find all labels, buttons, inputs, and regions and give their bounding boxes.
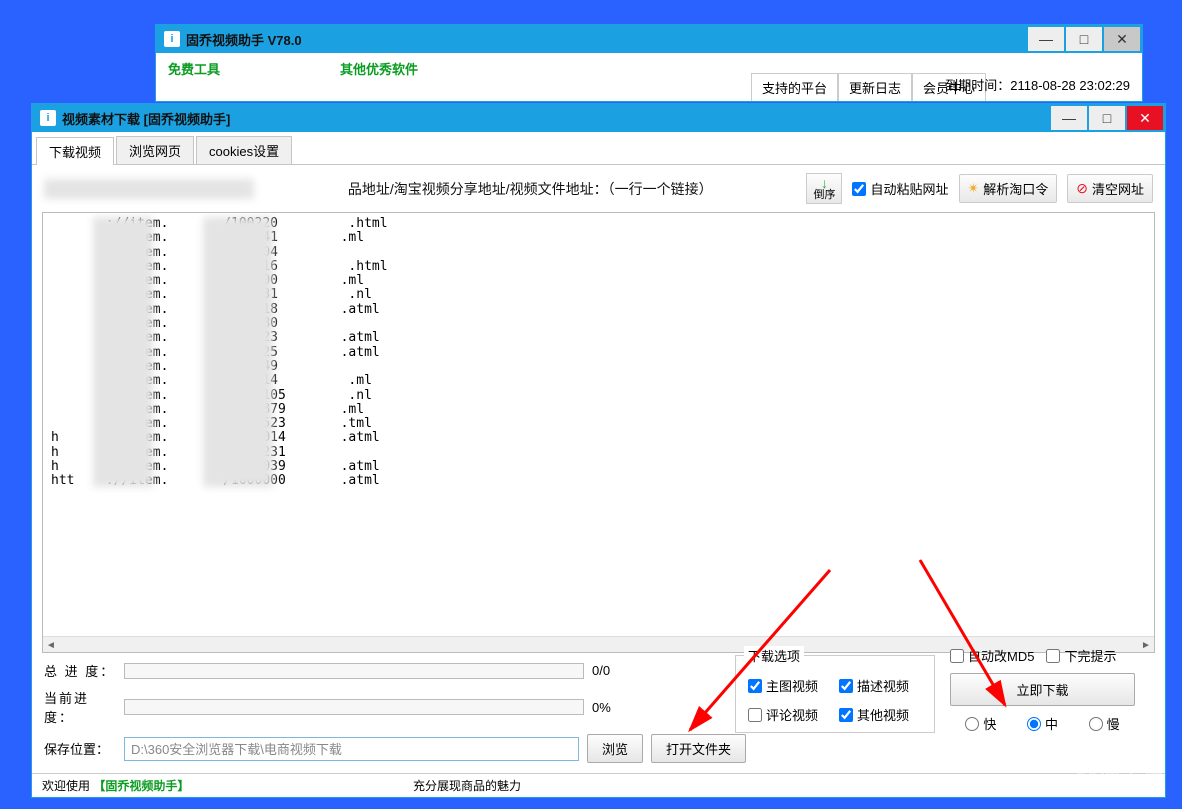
- total-progress-bar: [124, 663, 584, 679]
- maximize-button[interactable]: □: [1089, 106, 1125, 130]
- auto-paste-checkbox[interactable]: 自动粘贴网址: [852, 179, 948, 198]
- desc-video-checkbox[interactable]: 描述视频: [839, 676, 922, 695]
- clear-urls-button[interactable]: ⊘ 清空网址: [1067, 174, 1153, 203]
- blurred-region: [44, 179, 254, 199]
- status-bar: 欢迎使用 【固乔视频助手】 充分展现商品的魅力: [32, 773, 1165, 797]
- status-welcome: 欢迎使用: [42, 779, 90, 793]
- expire-time-label: 到期时间：2118-08-28 23:02:29: [945, 75, 1130, 94]
- address-hint-label: 品地址/淘宝视频分享地址/视频文件地址：（一行一个链接）: [264, 179, 796, 199]
- status-center: 充分展现商品的魅力: [413, 777, 784, 794]
- arrow-down-icon: ↓: [821, 176, 828, 190]
- download-now-button[interactable]: 立即下载: [950, 673, 1135, 706]
- parse-taokouling-button[interactable]: ✴ 解析淘口令: [959, 174, 1058, 203]
- scroll-right-icon[interactable]: ►: [1138, 637, 1154, 653]
- download-options-legend: 下载选项: [744, 646, 804, 665]
- download-options-group: 下载选项 主图视频 描述视频 评论视频 其他视频: [735, 655, 935, 733]
- minimize-button[interactable]: —: [1028, 27, 1064, 51]
- clear-icon: ⊘: [1076, 180, 1088, 197]
- close-button[interactable]: ✕: [1104, 27, 1140, 51]
- address-toolbar: 品地址/淘宝视频分享地址/视频文件地址：（一行一个链接） ↓ 倒序 自动粘贴网址…: [32, 165, 1165, 212]
- watermark: 秒懂生活 miaodongshenghuo.com: [1054, 761, 1164, 793]
- window-title-front: 视频素材下载 [固乔视频助手]: [62, 109, 1049, 128]
- browse-button[interactable]: 浏览: [587, 734, 643, 763]
- minimize-button[interactable]: —: [1051, 106, 1087, 130]
- scroll-left-icon[interactable]: ◄: [43, 637, 59, 653]
- auto-md5-checkbox[interactable]: 自动改MD5: [950, 646, 1034, 665]
- window-title-back: 固乔视频助手 V78.0: [186, 30, 1026, 49]
- close-button[interactable]: ✕: [1127, 106, 1163, 130]
- tab-bar: 下载视频 浏览网页 cookies设置: [32, 132, 1165, 165]
- speed-mid-radio[interactable]: 中: [1027, 714, 1058, 733]
- save-location-label: 保存位置：: [44, 739, 116, 758]
- current-progress-value: 0%: [592, 700, 632, 715]
- titlebar-front: i 视频素材下载 [固乔视频助手] — □ ✕: [32, 104, 1165, 132]
- tab-download-video[interactable]: 下载视频: [36, 137, 114, 165]
- tab-changelog[interactable]: 更新日志: [838, 73, 912, 101]
- save-path-input[interactable]: [124, 737, 579, 761]
- maximize-button[interactable]: □: [1066, 27, 1102, 51]
- current-progress-label: 当前进度：: [44, 688, 116, 726]
- titlebar-back: i 固乔视频助手 V78.0 — □ ✕: [156, 25, 1142, 53]
- bottom-panel: 总 进 度： 0/0 当前进度： 0% 保存位置： 浏览 打开文件夹 下载选项 …: [32, 653, 1165, 773]
- current-progress-bar: [124, 699, 584, 715]
- reverse-order-button[interactable]: ↓ 倒序: [806, 173, 842, 204]
- speed-fast-radio[interactable]: 快: [965, 714, 996, 733]
- main-video-checkbox[interactable]: 主图视频: [748, 676, 831, 695]
- comment-video-checkbox[interactable]: 评论视频: [748, 705, 831, 724]
- total-progress-label: 总 进 度：: [44, 661, 116, 680]
- main-window-back: i 固乔视频助手 V78.0 — □ ✕ 免费工具 其他优秀软件 支持的平台 更…: [155, 24, 1143, 102]
- download-action-column: 自动改MD5 下完提示 立即下载 快 中 慢: [950, 646, 1135, 733]
- status-app-name: 【固乔视频助手】: [93, 779, 189, 793]
- app-icon: i: [164, 31, 180, 47]
- sparkle-icon: ✴: [968, 180, 980, 197]
- download-window: i 视频素材下载 [固乔视频助手] — □ ✕ 下载视频 浏览网页 cookie…: [31, 103, 1166, 798]
- url-textarea[interactable]: ://item. /100220 .html ://item. /100041 …: [42, 212, 1155, 653]
- tab-browse-web[interactable]: 浏览网页: [116, 136, 194, 164]
- other-software-label: 其他优秀软件: [340, 59, 418, 78]
- open-folder-button[interactable]: 打开文件夹: [651, 734, 746, 763]
- tab-supported-platforms[interactable]: 支持的平台: [751, 73, 838, 101]
- done-tip-checkbox[interactable]: 下完提示: [1046, 646, 1116, 665]
- free-tools-label: 免费工具: [168, 59, 220, 78]
- tab-cookies-settings[interactable]: cookies设置: [196, 136, 292, 164]
- total-progress-value: 0/0: [592, 663, 632, 678]
- other-video-checkbox[interactable]: 其他视频: [839, 705, 922, 724]
- speed-slow-radio[interactable]: 慢: [1089, 714, 1120, 733]
- app-icon: i: [40, 110, 56, 126]
